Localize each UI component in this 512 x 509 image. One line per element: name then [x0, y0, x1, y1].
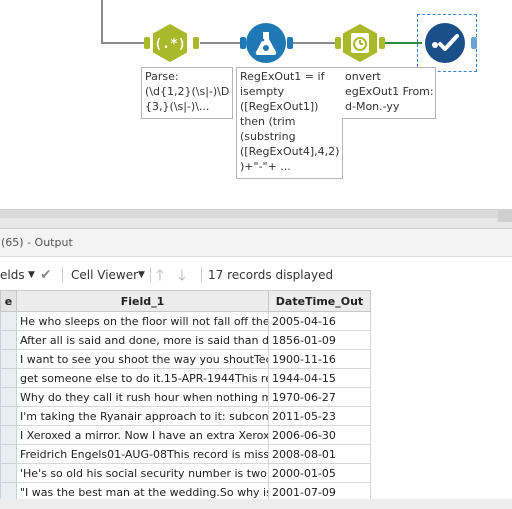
- browse-tool[interactable]: [425, 23, 465, 63]
- field1-cell[interactable]: I'm taking the Ryanair approach to it: s…: [16, 406, 269, 426]
- table-header-row: e Field_1 DateTime_Out: [0, 290, 371, 312]
- datetime-cell[interactable]: 2000-01-05: [268, 463, 371, 483]
- arrow-down-icon[interactable]: 🡓: [178, 262, 186, 288]
- table-row[interactable]: He who sleeps on the floor will not fall…: [0, 311, 371, 331]
- row-number-cell[interactable]: [0, 425, 17, 445]
- fields-menu-label[interactable]: elds: [0, 262, 25, 288]
- row-number-cell[interactable]: [0, 444, 17, 464]
- datetime-cell[interactable]: 2006-06-30: [268, 425, 371, 445]
- datetime-annotation: onvert egExOut1 From: d-Mon.-yy: [342, 67, 436, 119]
- datetime-cell[interactable]: 2008-08-01: [268, 444, 371, 464]
- field1-cell[interactable]: I want to see you shoot the way you shou…: [16, 349, 269, 369]
- datetime-cell[interactable]: 1944-04-15: [268, 368, 371, 388]
- column-header-field1[interactable]: Field_1: [16, 290, 269, 312]
- arrow-up-icon[interactable]: 🡑: [156, 262, 164, 288]
- formula-flask-icon: [255, 32, 277, 56]
- field1-cell[interactable]: get someone else to do it.15-APR-1944Thi…: [16, 368, 269, 388]
- connection-wire: [293, 42, 335, 44]
- chevron-down-icon[interactable]: ▼: [28, 262, 35, 288]
- formula-annotation: RegExOut1 = if isempty ([RegExOut1]) the…: [236, 67, 343, 179]
- datetime-tool[interactable]: [340, 23, 380, 63]
- field1-cell[interactable]: I Xeroxed a mirror. Now I have an extra …: [16, 425, 269, 445]
- check-icon[interactable]: ✔: [40, 262, 52, 288]
- connection-wire: [101, 42, 145, 44]
- grid-scrollbar[interactable]: [0, 499, 512, 509]
- field1-cell[interactable]: He who sleeps on the floor will not fall…: [16, 311, 269, 331]
- regex-annotation: Parse: (\d{1,2}(\s|-)\D {3,}(\s|-)\...: [141, 67, 233, 119]
- row-number-cell[interactable]: [0, 463, 17, 483]
- results-grid[interactable]: e Field_1 DateTime_Out He who sleeps on …: [0, 290, 512, 509]
- output-anchor[interactable]: [287, 37, 293, 49]
- datetime-cell[interactable]: 2011-05-23: [268, 406, 371, 426]
- results-title: (65) - Output: [0, 229, 512, 257]
- results-toolbar: elds ▼ ✔ Cell Viewer ▼ 🡑 🡓 17 records di…: [0, 262, 512, 288]
- output-anchor[interactable]: [379, 37, 385, 49]
- toolbar-divider: [201, 267, 202, 283]
- table-row[interactable]: Freidrich Engels01-AUG-08This record is …: [0, 444, 371, 464]
- table-row[interactable]: I want to see you shoot the way you shou…: [0, 349, 371, 369]
- datetime-clock-icon: [343, 24, 377, 62]
- toolbar-divider: [62, 267, 63, 283]
- workflow-canvas[interactable]: (.*) Parse: (\d{1,2}(\s|-)\D {3,}(\s|-)\…: [0, 0, 512, 210]
- row-number-cell[interactable]: [0, 387, 17, 407]
- toolbar-divider: [150, 267, 151, 283]
- canvas-scrollbar[interactable]: [0, 210, 498, 218]
- datetime-cell[interactable]: 1970-06-27: [268, 387, 371, 407]
- row-number-cell[interactable]: [0, 368, 17, 388]
- cell-viewer-button[interactable]: Cell Viewer: [71, 262, 138, 288]
- connection-wire: [200, 42, 240, 44]
- field1-cell[interactable]: 'He's so old his social security number …: [16, 463, 269, 483]
- results-panel: (65) - Output elds ▼ ✔ Cell Viewer ▼ 🡑 🡓…: [0, 229, 512, 509]
- table-row[interactable]: I'm taking the Ryanair approach to it: s…: [0, 406, 371, 426]
- row-number-cell[interactable]: [0, 330, 17, 350]
- output-anchor[interactable]: [193, 37, 199, 49]
- field1-cell[interactable]: After all is said and done, more is said…: [16, 330, 269, 350]
- table-row[interactable]: I Xeroxed a mirror. Now I have an extra …: [0, 425, 371, 445]
- record-count: 17 records displayed: [208, 268, 334, 282]
- panel-splitter[interactable]: [0, 209, 512, 229]
- row-number-cell[interactable]: [0, 349, 17, 369]
- row-number-cell[interactable]: [0, 311, 17, 331]
- regex-icon: (.*): [153, 24, 187, 62]
- row-number-cell[interactable]: [0, 406, 17, 426]
- table-row[interactable]: 'He's so old his social security number …: [0, 463, 371, 483]
- column-header-datetime[interactable]: DateTime_Out: [268, 290, 371, 312]
- regex-tool[interactable]: (.*): [150, 23, 190, 63]
- field1-cell[interactable]: Why do they call it rush hour when nothi…: [16, 387, 269, 407]
- chevron-down-icon[interactable]: ▼: [138, 262, 145, 288]
- table-row[interactable]: get someone else to do it.15-APR-1944Thi…: [0, 368, 371, 388]
- field1-cell[interactable]: Freidrich Engels01-AUG-08This record is …: [16, 444, 269, 464]
- formula-tool[interactable]: [246, 23, 286, 63]
- table-row[interactable]: After all is said and done, more is said…: [0, 330, 371, 350]
- table-body: He who sleeps on the floor will not fall…: [0, 311, 371, 509]
- datetime-cell[interactable]: 2005-04-16: [268, 311, 371, 331]
- connection-wire: [101, 0, 103, 44]
- results-table: e Field_1 DateTime_Out He who sleeps on …: [0, 290, 371, 509]
- scroll-right-arrow[interactable]: [498, 210, 512, 222]
- output-anchor[interactable]: [471, 37, 477, 49]
- datetime-cell[interactable]: 1900-11-16: [268, 349, 371, 369]
- browse-check-icon: [432, 34, 459, 51]
- column-header-record[interactable]: e: [0, 290, 17, 312]
- datetime-cell[interactable]: 1856-01-09: [268, 330, 371, 350]
- table-row[interactable]: Why do they call it rush hour when nothi…: [0, 387, 371, 407]
- svg-text:(.*): (.*): [154, 37, 185, 52]
